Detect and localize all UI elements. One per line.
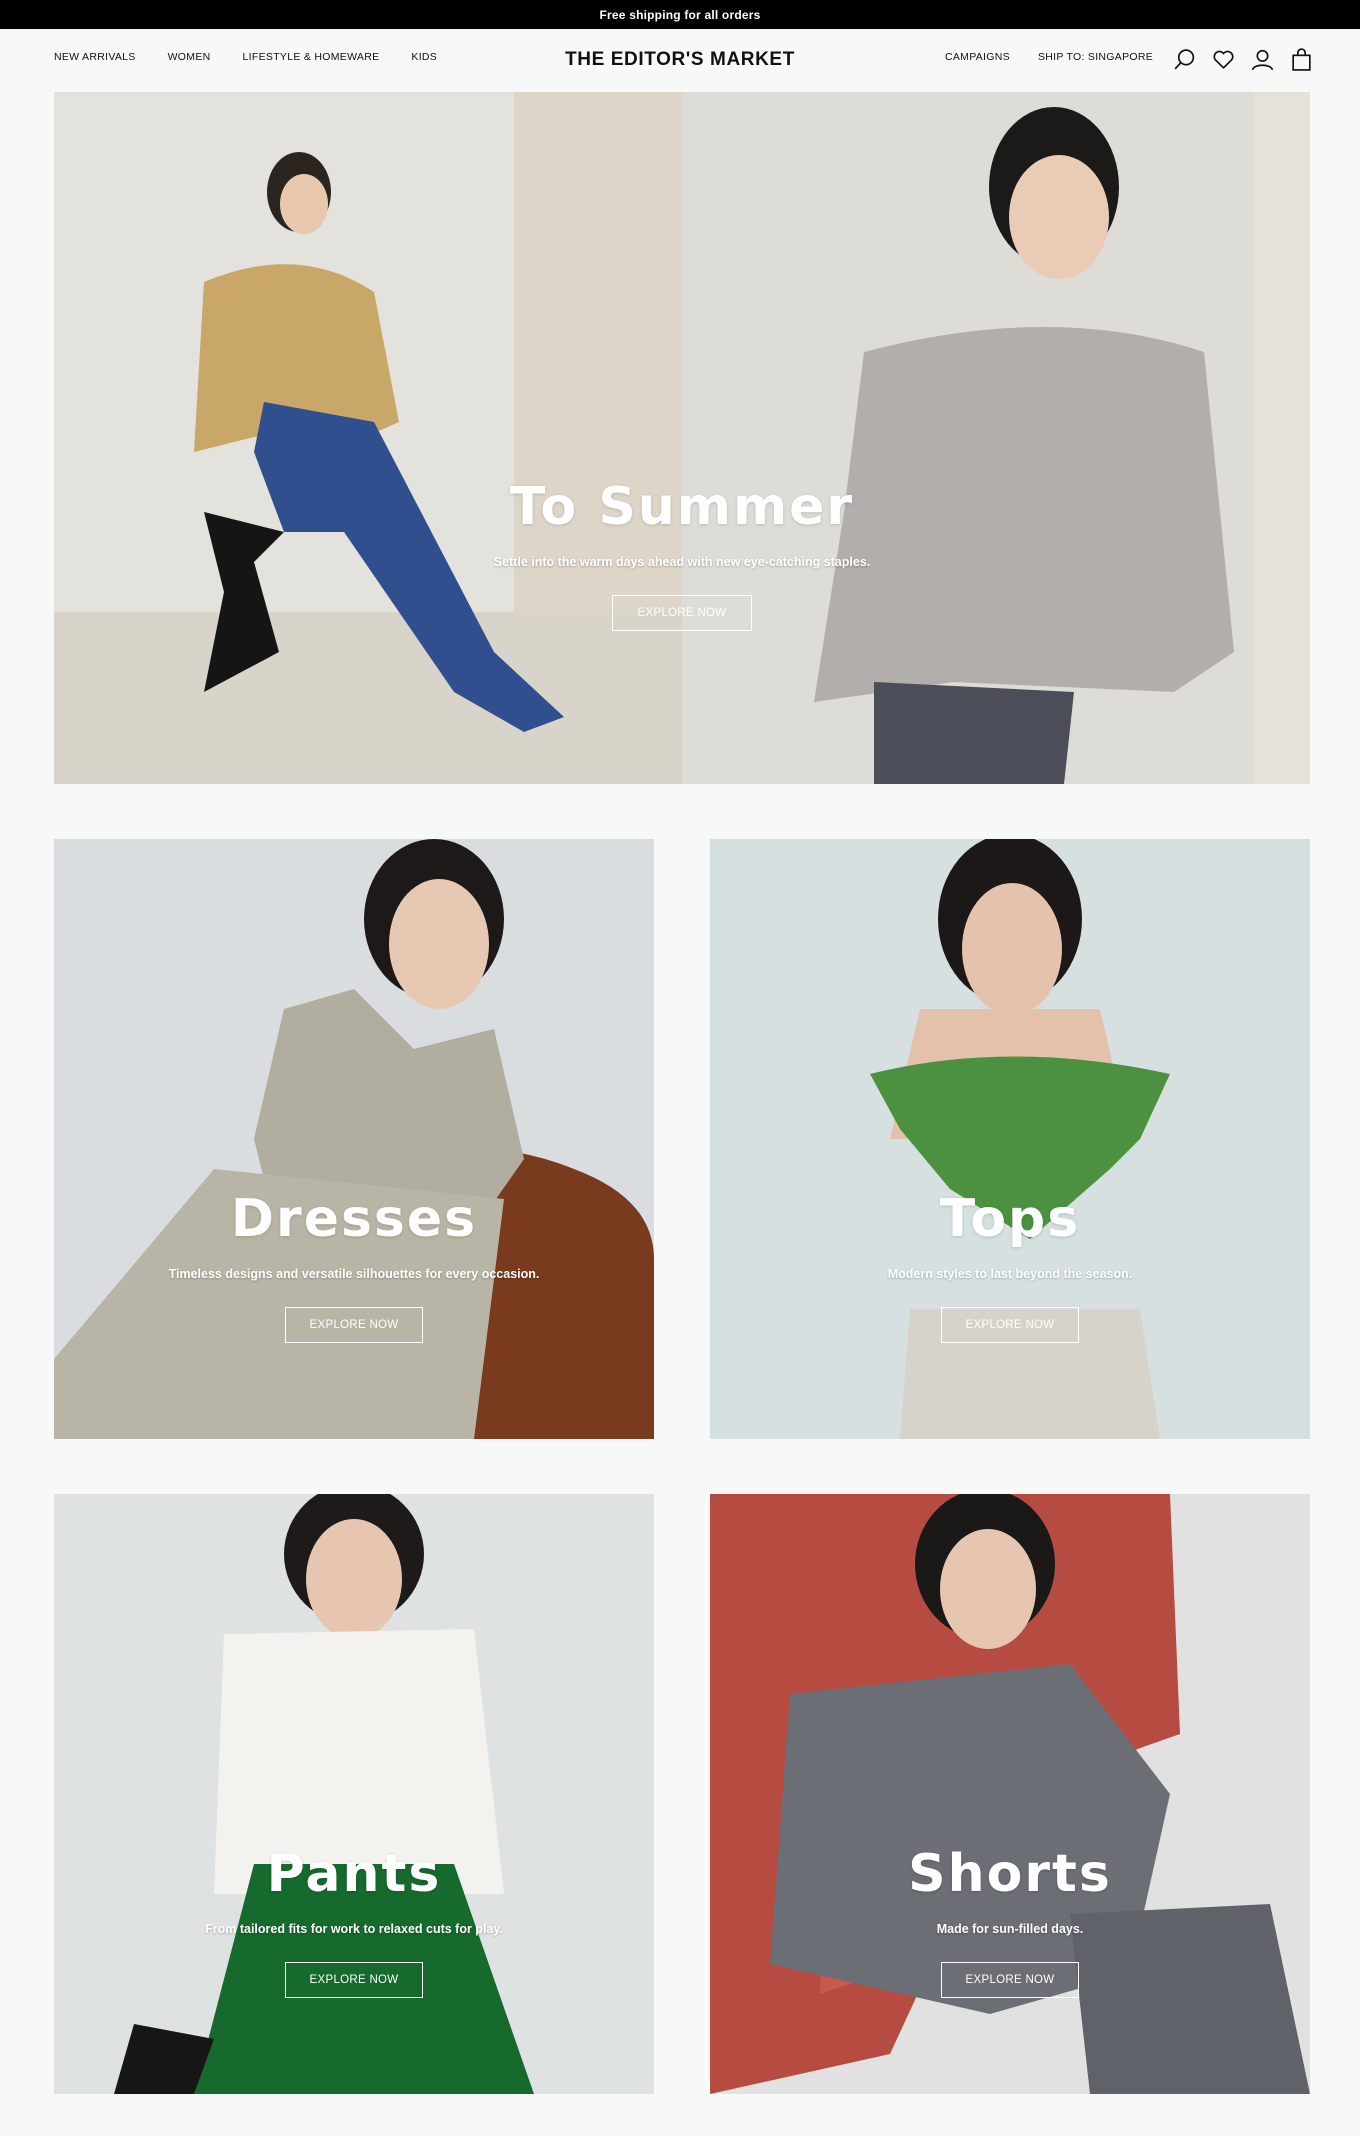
hero-title: To Summer xyxy=(509,477,855,537)
shorts-explore-button[interactable]: EXPLORE NOW xyxy=(941,1962,1079,1998)
dresses-overlay: Dresses Timeless designs and versatile s… xyxy=(54,1189,654,1343)
site-logo[interactable]: THE EDITOR'S MARKET xyxy=(565,49,795,70)
pants-overlay: Pants From tailored fits for work to rel… xyxy=(54,1844,654,1998)
tops-title: Tops xyxy=(939,1189,1081,1249)
tops-explore-button[interactable]: EXPLORE NOW xyxy=(941,1307,1079,1343)
dresses-title: Dresses xyxy=(230,1189,478,1249)
hero-subtitle: Settle into the warm days ahead with new… xyxy=(493,555,871,569)
category-card-pants[interactable]: Pants From tailored fits for work to rel… xyxy=(54,1494,654,2094)
user-icon[interactable] xyxy=(1250,47,1275,72)
tops-overlay: Tops Modern styles to last beyond the se… xyxy=(710,1189,1310,1343)
bag-icon[interactable] xyxy=(1289,47,1314,72)
announcement-bar: Free shipping for all orders xyxy=(0,0,1360,29)
secondary-nav: CAMPAIGNS SHIP TO: SINGAPORE xyxy=(945,51,1153,63)
pants-title: Pants xyxy=(266,1844,442,1904)
tops-image xyxy=(710,839,1310,1439)
ship-to-selector[interactable]: SHIP TO: SINGAPORE xyxy=(1038,51,1153,63)
dresses-subtitle: Timeless designs and versatile silhouett… xyxy=(168,1267,540,1281)
hero-overlay: To Summer Settle into the warm days ahea… xyxy=(54,477,1310,631)
header-icons xyxy=(1172,47,1314,72)
announcement-text: Free shipping for all orders xyxy=(599,7,761,22)
logo-wrap: THE EDITOR'S MARKET xyxy=(0,49,1360,71)
heart-icon[interactable] xyxy=(1211,47,1236,72)
category-card-dresses[interactable]: Dresses Timeless designs and versatile s… xyxy=(54,839,654,1439)
shorts-image xyxy=(710,1494,1310,2094)
hero-banner[interactable]: To Summer Settle into the warm days ahea… xyxy=(54,92,1310,784)
shorts-overlay: Shorts Made for sun-filled days. EXPLORE… xyxy=(710,1844,1310,1998)
hero-explore-button[interactable]: EXPLORE NOW xyxy=(612,595,752,631)
tops-subtitle: Modern styles to last beyond the season. xyxy=(887,1267,1133,1281)
shorts-title: Shorts xyxy=(908,1844,1112,1904)
pants-subtitle: From tailored fits for work to relaxed c… xyxy=(205,1922,503,1936)
dresses-explore-button[interactable]: EXPLORE NOW xyxy=(285,1307,423,1343)
dresses-image xyxy=(54,839,654,1439)
pants-image xyxy=(54,1494,654,2094)
category-card-tops[interactable]: Tops Modern styles to last beyond the se… xyxy=(710,839,1310,1439)
pants-explore-button[interactable]: EXPLORE NOW xyxy=(285,1962,423,1998)
nav-campaigns[interactable]: CAMPAIGNS xyxy=(945,51,1010,63)
hero-image xyxy=(54,92,1310,784)
site-header: NEW ARRIVALS WOMEN LIFESTYLE & HOMEWARE … xyxy=(0,29,1360,91)
category-card-shorts[interactable]: Shorts Made for sun-filled days. EXPLORE… xyxy=(710,1494,1310,2094)
shorts-subtitle: Made for sun-filled days. xyxy=(936,1922,1084,1936)
search-icon[interactable] xyxy=(1172,47,1197,72)
